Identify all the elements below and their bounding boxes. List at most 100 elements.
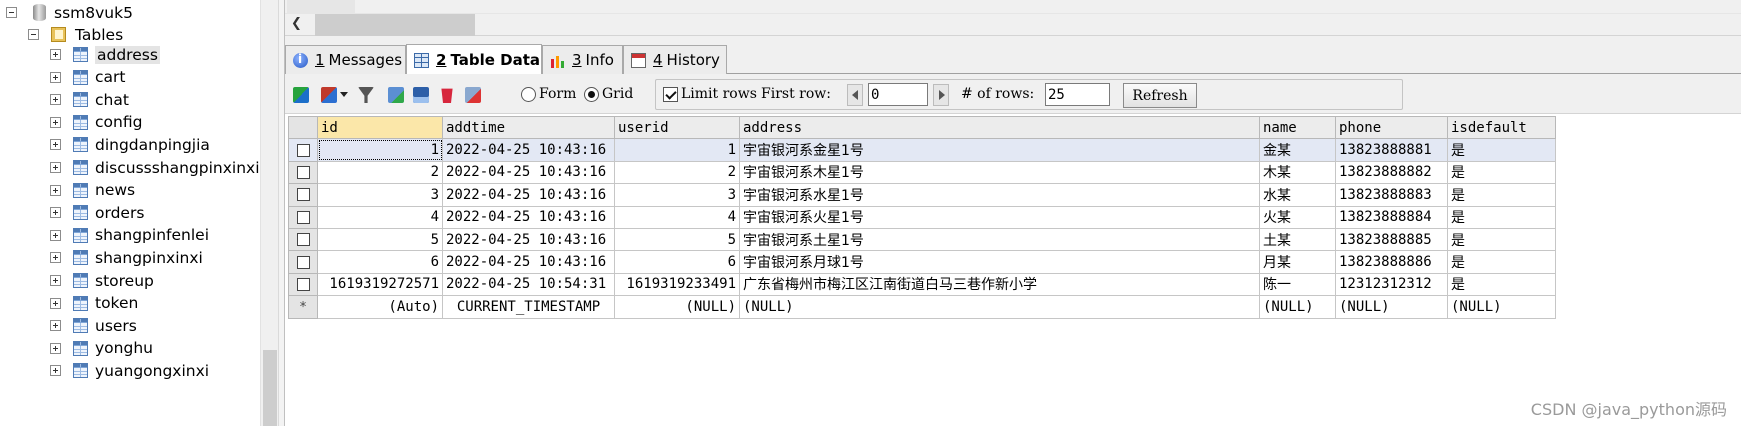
expand-icon[interactable] (50, 116, 61, 128)
cell-address[interactable]: 广东省梅州市梅江区江南街道白马三巷作新小学 (739, 272, 1260, 297)
expand-icon[interactable] (50, 139, 61, 151)
collapse-icon[interactable] (28, 29, 39, 40)
expand-icon[interactable] (50, 229, 61, 241)
tree-node-table[interactable]: shangpinfenlei (50, 223, 209, 248)
cell-addtime[interactable]: 2022-04-25 10:43:16 (442, 160, 615, 185)
tree-scrollbar[interactable] (260, 0, 278, 426)
tree-node-table[interactable]: chat (50, 87, 129, 112)
expand-icon[interactable] (50, 162, 61, 173)
cell-phone[interactable]: 13823888885 (1335, 227, 1448, 252)
cell-id[interactable]: 6 (317, 250, 443, 274)
cell-address[interactable]: 宇宙银河系土星1号 (739, 227, 1260, 252)
tab-messages[interactable]: 1 Messages (285, 45, 406, 74)
refresh-button[interactable]: Refresh (1123, 83, 1197, 108)
cell-userid[interactable]: 1619319233491 (614, 272, 740, 297)
tree-node-table[interactable]: config (50, 110, 142, 135)
cell-id[interactable]: 2 (317, 160, 443, 185)
column-header-phone[interactable]: phone (1335, 115, 1448, 140)
cell-isdefault[interactable]: 是 (1447, 138, 1556, 162)
cell-addtime[interactable]: 2022-04-25 10:43:16 (442, 205, 615, 229)
cell-phone[interactable]: 13823888883 (1335, 183, 1448, 207)
table-row[interactable]: 2 2022-04-25 10:43:16 2 宇宙银河系木星1号 木某 13823888… (288, 160, 1556, 185)
tree-node-table[interactable]: cart (50, 65, 125, 90)
row-select-cell[interactable] (288, 227, 318, 252)
cell-id[interactable]: 1619319272571 (317, 272, 443, 297)
table-row[interactable]: 4 2022-04-25 10:43:16 4 宇宙银河系火星1号 火某 13823888… (288, 205, 1556, 229)
splitter[interactable] (278, 0, 285, 426)
expand-icon[interactable] (50, 275, 61, 286)
cell-phone[interactable]: 13823888886 (1335, 250, 1448, 274)
row-checkbox[interactable] (296, 277, 310, 291)
tab-table-data[interactable]: 2 Table Data (406, 44, 542, 75)
first-row-input[interactable] (868, 83, 928, 106)
column-header-userid[interactable]: userid (614, 115, 740, 140)
cell-addtime[interactable]: 2022-04-25 10:43:16 (442, 227, 615, 252)
tree-node-table[interactable]: shangpinxinxi (50, 245, 203, 270)
export-icon[interactable] (293, 87, 309, 103)
previous-page-button[interactable] (847, 84, 863, 106)
cell-address[interactable]: 宇宙银河系水星1号 (739, 183, 1260, 207)
new-cell-phone[interactable]: (NULL) (1335, 295, 1448, 319)
cell-userid[interactable]: 3 (614, 183, 740, 207)
expand-icon[interactable] (50, 207, 61, 219)
rows-count-input[interactable] (1045, 83, 1110, 106)
cell-id[interactable]: 5 (317, 227, 443, 252)
grid-view-radio[interactable] (584, 87, 599, 102)
row-checkbox[interactable] (296, 255, 310, 269)
filter-icon[interactable] (358, 87, 374, 103)
cell-name[interactable]: 陈一 (1259, 272, 1336, 297)
cell-isdefault[interactable]: 是 (1447, 227, 1556, 252)
new-cell-id[interactable]: (Auto) (317, 295, 443, 319)
table-row[interactable]: 5 2022-04-25 10:43:16 5 宇宙银河系土星1号 土某 13823888… (288, 227, 1556, 252)
expand-icon[interactable] (50, 342, 61, 354)
row-select-cell[interactable] (288, 138, 318, 162)
tab-history[interactable]: 4 History (623, 45, 727, 74)
tab-info[interactable]: 3 Info (542, 45, 623, 74)
scroll-left-icon[interactable]: ❮ (291, 16, 302, 31)
cell-id[interactable]: 4 (317, 205, 443, 229)
expand-icon[interactable] (50, 252, 61, 264)
row-select-cell[interactable] (288, 160, 318, 185)
tree-node-table[interactable]: orders (50, 200, 144, 225)
cell-userid[interactable]: 4 (614, 205, 740, 229)
expand-icon[interactable] (50, 365, 61, 377)
new-cell-userid[interactable]: (NULL) (614, 295, 740, 319)
tree-node-table[interactable]: storeup (50, 268, 154, 293)
import-icon[interactable] (321, 87, 337, 103)
tree-node-table[interactable]: news (50, 178, 135, 203)
expand-icon[interactable] (50, 71, 61, 83)
row-select-cell[interactable] (288, 205, 318, 229)
column-header-address[interactable]: address (739, 115, 1260, 140)
cell-userid[interactable]: 1 (614, 138, 740, 162)
grid-corner[interactable] (288, 115, 318, 140)
row-checkbox[interactable] (296, 188, 310, 202)
save-icon[interactable] (413, 87, 429, 103)
cell-isdefault[interactable]: 是 (1447, 272, 1556, 297)
row-select-cell[interactable] (288, 272, 318, 297)
cell-name[interactable]: 火某 (1259, 205, 1336, 229)
limit-rows-checkbox[interactable] (663, 87, 678, 102)
expand-icon[interactable] (50, 49, 61, 60)
cell-userid[interactable]: 6 (614, 250, 740, 274)
column-header-name[interactable]: name (1259, 115, 1336, 140)
new-row[interactable]: * (Auto) CURRENT_TIMESTAMP (NULL) (NULL) (NUL… (288, 295, 1556, 319)
cell-id[interactable]: 1 (317, 138, 443, 162)
editor-horizontal-scrollbar[interactable]: ❮ (285, 14, 1741, 36)
cell-phone[interactable]: 12312312312 (1335, 272, 1448, 297)
form-view-radio[interactable] (521, 87, 536, 102)
expand-icon[interactable] (50, 94, 61, 106)
cell-addtime[interactable]: 2022-04-25 10:43:16 (442, 250, 615, 274)
row-select-cell[interactable] (288, 183, 318, 207)
tree-node-table[interactable]: address (50, 42, 160, 67)
cell-isdefault[interactable]: 是 (1447, 183, 1556, 207)
cell-address[interactable]: 宇宙银河系金星1号 (739, 138, 1260, 162)
expand-icon[interactable] (50, 297, 61, 309)
table-row[interactable]: 3 2022-04-25 10:43:16 3 宇宙银河系水星1号 水某 13823888… (288, 183, 1556, 207)
row-checkbox[interactable] (296, 143, 310, 157)
cell-userid[interactable]: 5 (614, 227, 740, 252)
column-header-id[interactable]: id (317, 115, 443, 140)
cell-address[interactable]: 宇宙银河系木星1号 (739, 160, 1260, 185)
tree-node-table[interactable]: token (50, 291, 138, 316)
table-row[interactable]: 6 2022-04-25 10:43:16 6 宇宙银河系月球1号 月某 13823888… (288, 250, 1556, 274)
expand-icon[interactable] (50, 320, 61, 332)
